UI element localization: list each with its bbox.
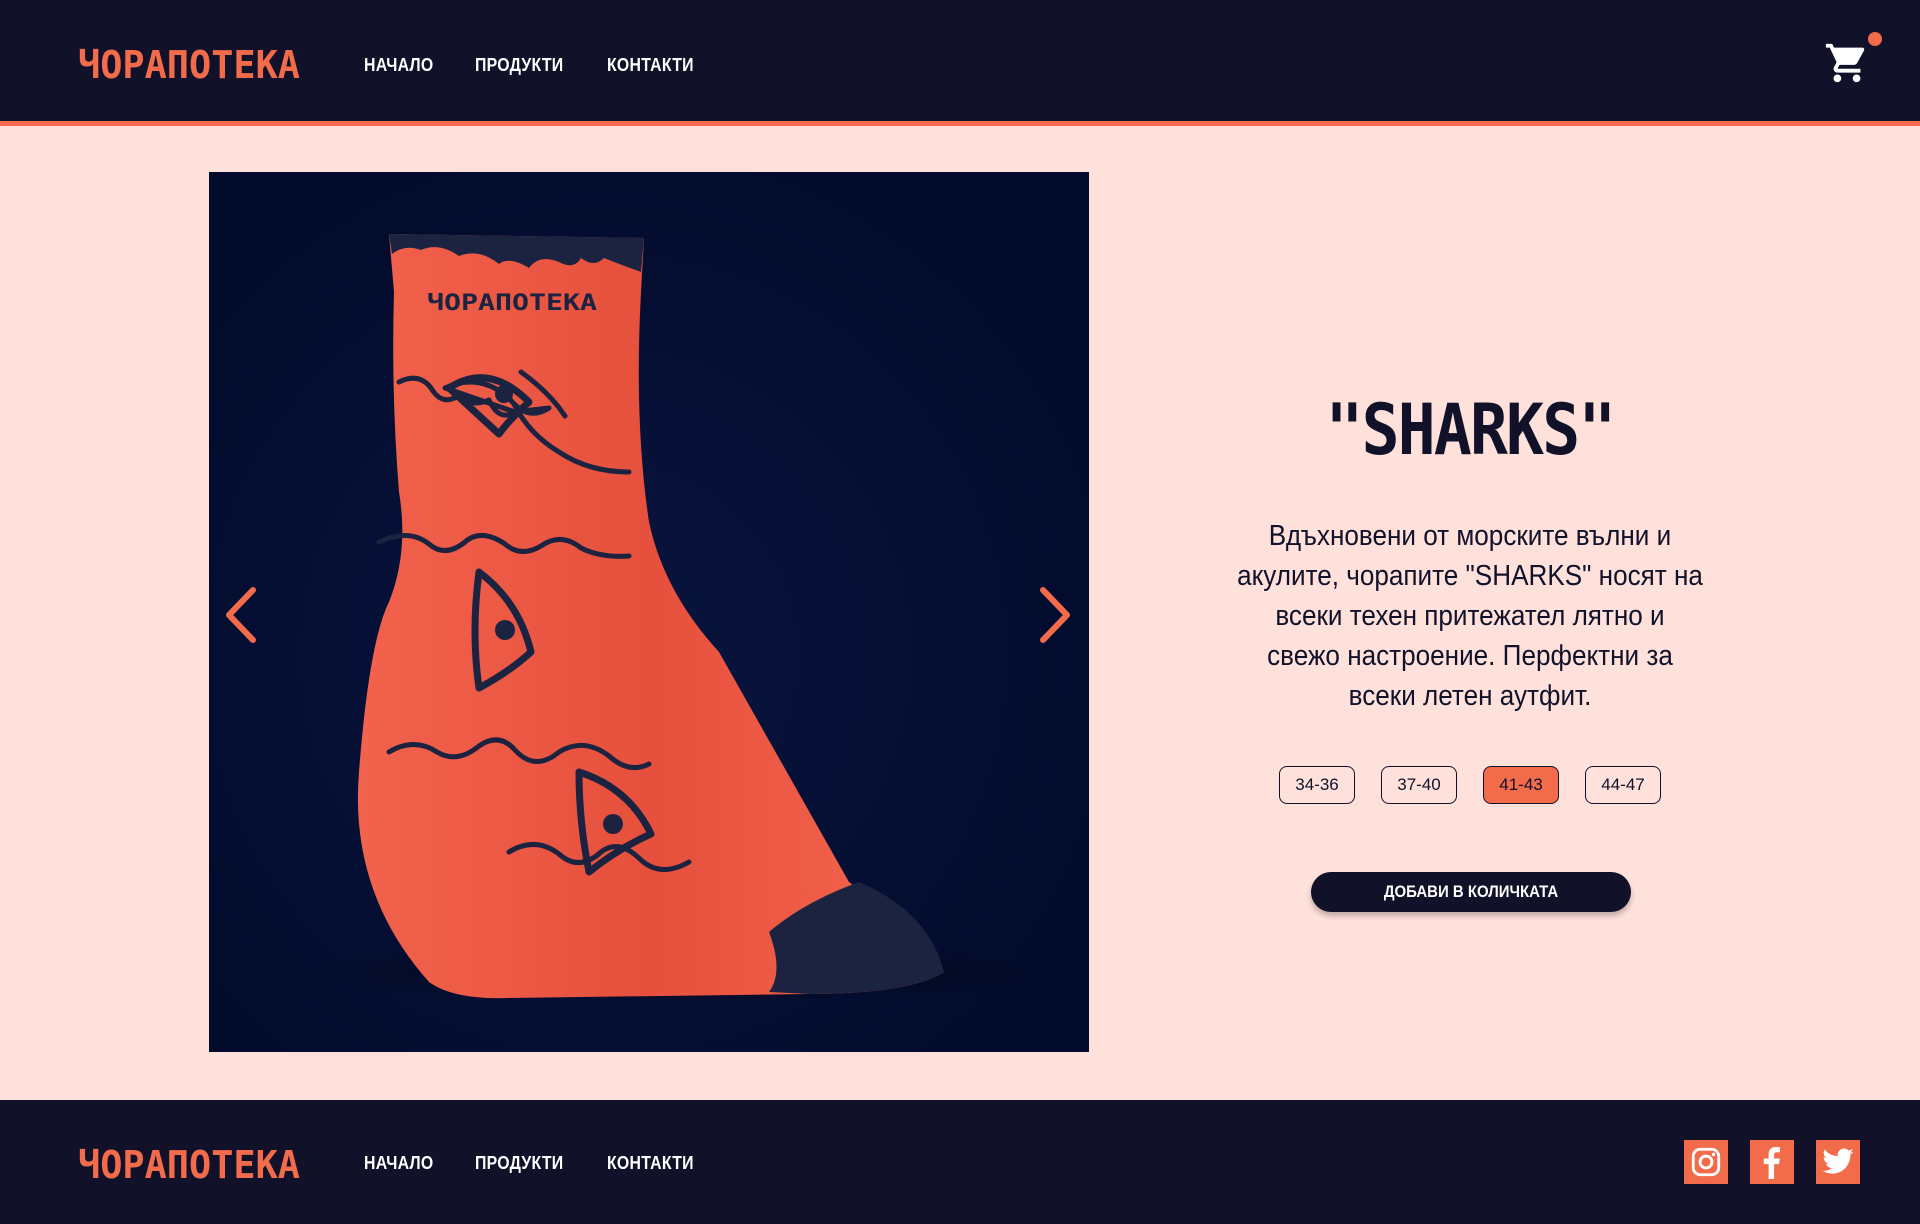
add-to-cart-label: ДОБАВИ В КОЛИЧКАТА: [1383, 882, 1559, 901]
gallery-prev-arrow[interactable]: [219, 582, 265, 648]
cart-badge: [1868, 32, 1882, 46]
twitter-icon: [1822, 1148, 1854, 1174]
site-footer: ЧОРАПОТЕКА НАЧАЛО ПРОДУКТИ КОНТАКТИ: [0, 1100, 1920, 1224]
brand-logo[interactable]: ЧОРАПОТЕКА: [78, 40, 300, 88]
footer-nav-home[interactable]: НАЧАЛО: [364, 1153, 433, 1174]
svg-text:ЧОРАПОТЕКА: ЧОРАПОТЕКА: [78, 43, 300, 87]
product-image: ЧОРАПОТЕКА: [209, 172, 1089, 1052]
size-option-41-43[interactable]: 41-43: [1483, 766, 1559, 804]
footer-nav-contacts[interactable]: КОНТАКТИ: [607, 1153, 694, 1174]
footer-nav-products[interactable]: ПРОДУКТИ: [475, 1153, 563, 1174]
instagram-icon: [1691, 1147, 1721, 1177]
size-option-34-36[interactable]: 34-36: [1279, 766, 1355, 804]
cart-button[interactable]: [1824, 40, 1870, 86]
twitter-link[interactable]: [1816, 1140, 1860, 1184]
footer-nav: НАЧАЛО ПРОДУКТИ КОНТАКТИ: [364, 1153, 706, 1174]
size-option-44-47[interactable]: 44-47: [1585, 766, 1661, 804]
size-selector: 34-36 37-40 41-43 44-47: [1170, 766, 1770, 804]
facebook-link[interactable]: [1750, 1140, 1794, 1184]
product-gallery: ЧОРАПОТЕКА: [209, 172, 1089, 1052]
chevron-left-icon: [226, 587, 256, 643]
product-title: "SHARKS": [1325, 389, 1616, 471]
footer-brand-logo-image: ЧОРАПОТЕКА: [78, 1143, 300, 1187]
product-description: Вдъхновени от морските вълни и акулите, …: [1237, 520, 1703, 712]
footer-brand-logo[interactable]: ЧОРАПОТЕКА: [78, 1140, 300, 1188]
svg-text:ЧОРАПОТЕКА: ЧОРАПОТЕКА: [427, 291, 597, 316]
brand-logo-image: ЧОРАПОТЕКА: [78, 43, 300, 87]
site-header: ЧОРАПОТЕКА НАЧАЛО ПРОДУКТИ КОНТАКТИ: [0, 0, 1920, 126]
add-to-cart-button[interactable]: ДОБАВИ В КОЛИЧКАТА: [1311, 872, 1631, 912]
social-links: [1684, 1140, 1860, 1184]
nav-contacts[interactable]: КОНТАКТИ: [607, 55, 694, 76]
product-info: "SHARKS" Вдъхновени от морските вълни и …: [1170, 380, 1770, 804]
nav-home[interactable]: НАЧАЛО: [364, 55, 433, 76]
instagram-link[interactable]: [1684, 1140, 1728, 1184]
size-option-37-40[interactable]: 37-40: [1381, 766, 1457, 804]
svg-text:ЧОРАПОТЕКА: ЧОРАПОТЕКА: [78, 1143, 300, 1187]
gallery-next-arrow[interactable]: [1031, 582, 1077, 648]
main-nav: НАЧАЛО ПРОДУКТИ КОНТАКТИ: [364, 55, 706, 76]
nav-products[interactable]: ПРОДУКТИ: [475, 55, 563, 76]
cart-icon: [1825, 43, 1865, 83]
facebook-icon: [1763, 1146, 1780, 1179]
chevron-right-icon: [1040, 587, 1070, 643]
